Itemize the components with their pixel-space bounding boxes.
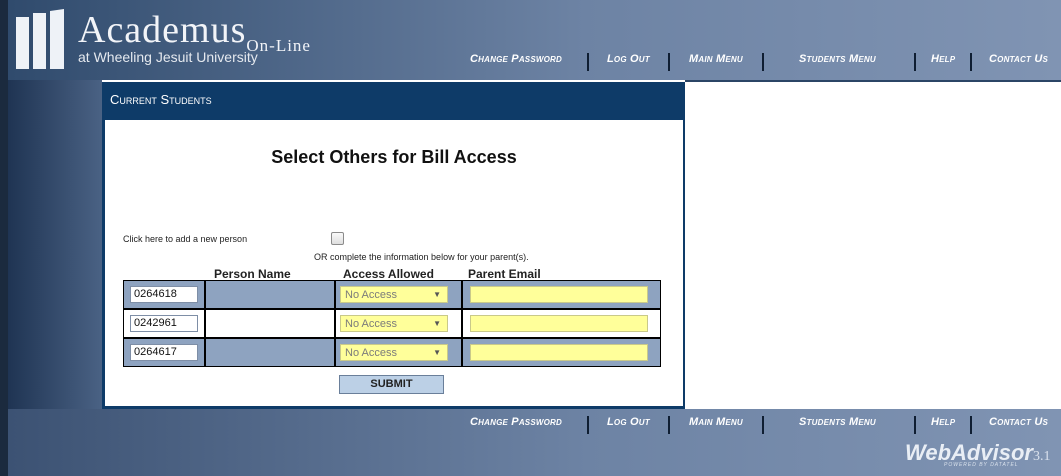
person-name-cell (206, 310, 334, 337)
column-header-person-name: Person Name (214, 267, 291, 281)
parent-email-input[interactable] (470, 315, 648, 332)
table-row: 0264618 (124, 281, 204, 308)
bottom-nav: Change Password Log Out Main Menu Studen… (440, 416, 1061, 436)
section-title-bar: Current Students (102, 82, 685, 117)
access-select-value: No Access (345, 347, 397, 359)
bill-access-table: 0264618 No Access ▼ 0242961 No Access ▼ 02… (123, 280, 661, 367)
parent-email-input[interactable] (470, 286, 648, 303)
nav-log-out[interactable]: Log Out (607, 416, 650, 428)
access-select[interactable]: No Access ▼ (340, 286, 448, 303)
webadvisor-version: 3.1 (1032, 449, 1051, 464)
nav-change-password[interactable]: Change Password (470, 53, 562, 65)
table-row: 0264617 (124, 339, 204, 366)
left-side-panel (8, 80, 102, 410)
dropdown-arrow-icon: ▼ (433, 290, 441, 299)
column-header-parent-email: Parent Email (468, 267, 541, 281)
nav-main-menu[interactable]: Main Menu (689, 53, 743, 65)
nav-separator (970, 53, 972, 71)
nav-log-out[interactable]: Log Out (607, 53, 650, 65)
access-select-value: No Access (345, 318, 397, 330)
brand-name: AcademusOn-Line (78, 8, 311, 55)
access-cell: No Access ▼ (336, 339, 461, 366)
nav-contact-us[interactable]: Contact Us (989, 416, 1048, 428)
academus-logo-icon (16, 9, 64, 69)
brand-main: Academus (78, 9, 247, 51)
email-cell (463, 310, 660, 337)
add-person-label: Click here to add a new person (123, 234, 248, 244)
email-cell (463, 281, 660, 308)
person-id-input[interactable]: 0264617 (130, 344, 198, 361)
nav-change-password[interactable]: Change Password (470, 416, 562, 428)
nav-contact-us[interactable]: Contact Us (989, 53, 1048, 65)
nav-help[interactable]: Help (931, 416, 955, 428)
nav-separator (762, 53, 764, 71)
nav-separator (587, 53, 589, 71)
access-select-value: No Access (345, 289, 397, 301)
nav-separator (970, 416, 972, 434)
top-nav: Change Password Log Out Main Menu Studen… (440, 53, 1061, 73)
add-person-checkbox[interactable] (331, 232, 344, 245)
brand-subtitle: at Wheeling Jesuit University (78, 49, 258, 65)
section-title: Current Students (110, 92, 212, 107)
nav-separator (914, 416, 916, 434)
column-header-access-allowed: Access Allowed (343, 267, 434, 281)
nav-students-menu[interactable]: Students Menu (799, 53, 876, 65)
or-complete-note: OR complete the information below for yo… (314, 252, 529, 262)
access-cell: No Access ▼ (336, 310, 461, 337)
content-panel: Select Others for Bill Access Click here… (105, 120, 683, 406)
access-select[interactable]: No Access ▼ (340, 344, 448, 361)
dropdown-arrow-icon: ▼ (433, 319, 441, 328)
submit-button[interactable]: SUBMIT (339, 375, 444, 394)
person-name-cell (206, 281, 334, 308)
nav-separator (668, 416, 670, 434)
person-id-input[interactable]: 0242961 (130, 315, 198, 332)
nav-help[interactable]: Help (931, 53, 955, 65)
nav-separator (762, 416, 764, 434)
page-title: Select Others for Bill Access (271, 147, 517, 167)
person-id-input[interactable]: 0264618 (130, 286, 198, 303)
access-cell: No Access ▼ (336, 281, 461, 308)
table-row: 0242961 (124, 310, 204, 337)
access-select[interactable]: No Access ▼ (340, 315, 448, 332)
nav-separator (668, 53, 670, 71)
email-cell (463, 339, 660, 366)
left-edge-bar (0, 0, 8, 476)
nav-separator (587, 416, 589, 434)
dropdown-arrow-icon: ▼ (433, 348, 441, 357)
nav-students-menu[interactable]: Students Menu (799, 416, 876, 428)
powered-by-label: POWERED BY DATATEL (944, 462, 1019, 468)
header-divider (685, 80, 1061, 82)
nav-main-menu[interactable]: Main Menu (689, 416, 743, 428)
person-name-cell (206, 339, 334, 366)
parent-email-input[interactable] (470, 344, 648, 361)
nav-separator (914, 53, 916, 71)
